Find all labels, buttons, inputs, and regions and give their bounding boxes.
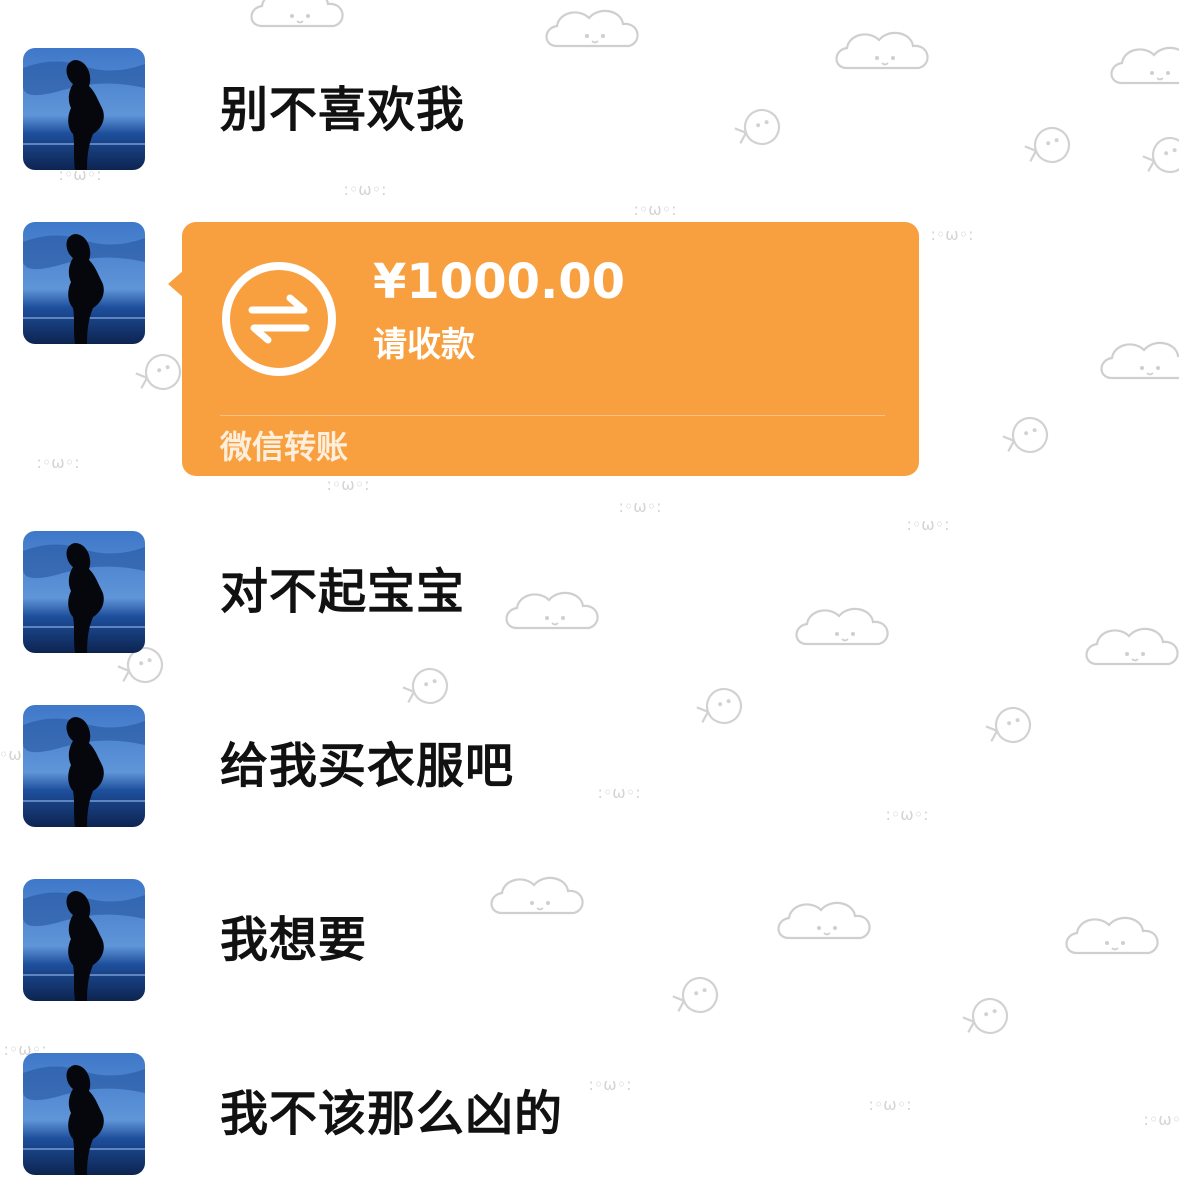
transfer-message-card[interactable]: ¥1000.00 请收款 微信转账 [168, 222, 919, 476]
avatar[interactable] [23, 531, 145, 653]
message-text: 我不该那么凶的 [220, 1086, 564, 1142]
message-text: 别不喜欢我 [220, 82, 466, 138]
message-text: 给我买衣服吧 [220, 738, 515, 794]
avatar-image [23, 705, 145, 827]
transfer-footer-label: 微信转账 [220, 428, 349, 466]
avatar-image [23, 531, 145, 653]
avatar-image [23, 1053, 145, 1175]
bubble-tail [168, 270, 184, 298]
transfer-arrows-icon [220, 260, 338, 378]
avatar[interactable] [23, 879, 145, 1001]
avatar[interactable] [23, 1053, 145, 1175]
message-text: 我想要 [220, 912, 368, 968]
avatar-image [23, 48, 145, 170]
message-text: 对不起宝宝 [220, 564, 466, 620]
transfer-note: 请收款 [373, 325, 475, 365]
avatar[interactable] [23, 48, 145, 170]
avatar-image [23, 879, 145, 1001]
chat-message-list: 别不喜欢我 ¥1000.00 请收款 微信转账 对不起宝宝 给我买衣服吧 我想要… [0, 0, 1179, 1185]
avatar-image [23, 222, 145, 344]
avatar[interactable] [23, 222, 145, 344]
transfer-amount: ¥1000.00 [373, 254, 626, 310]
avatar[interactable] [23, 705, 145, 827]
divider [220, 415, 885, 416]
